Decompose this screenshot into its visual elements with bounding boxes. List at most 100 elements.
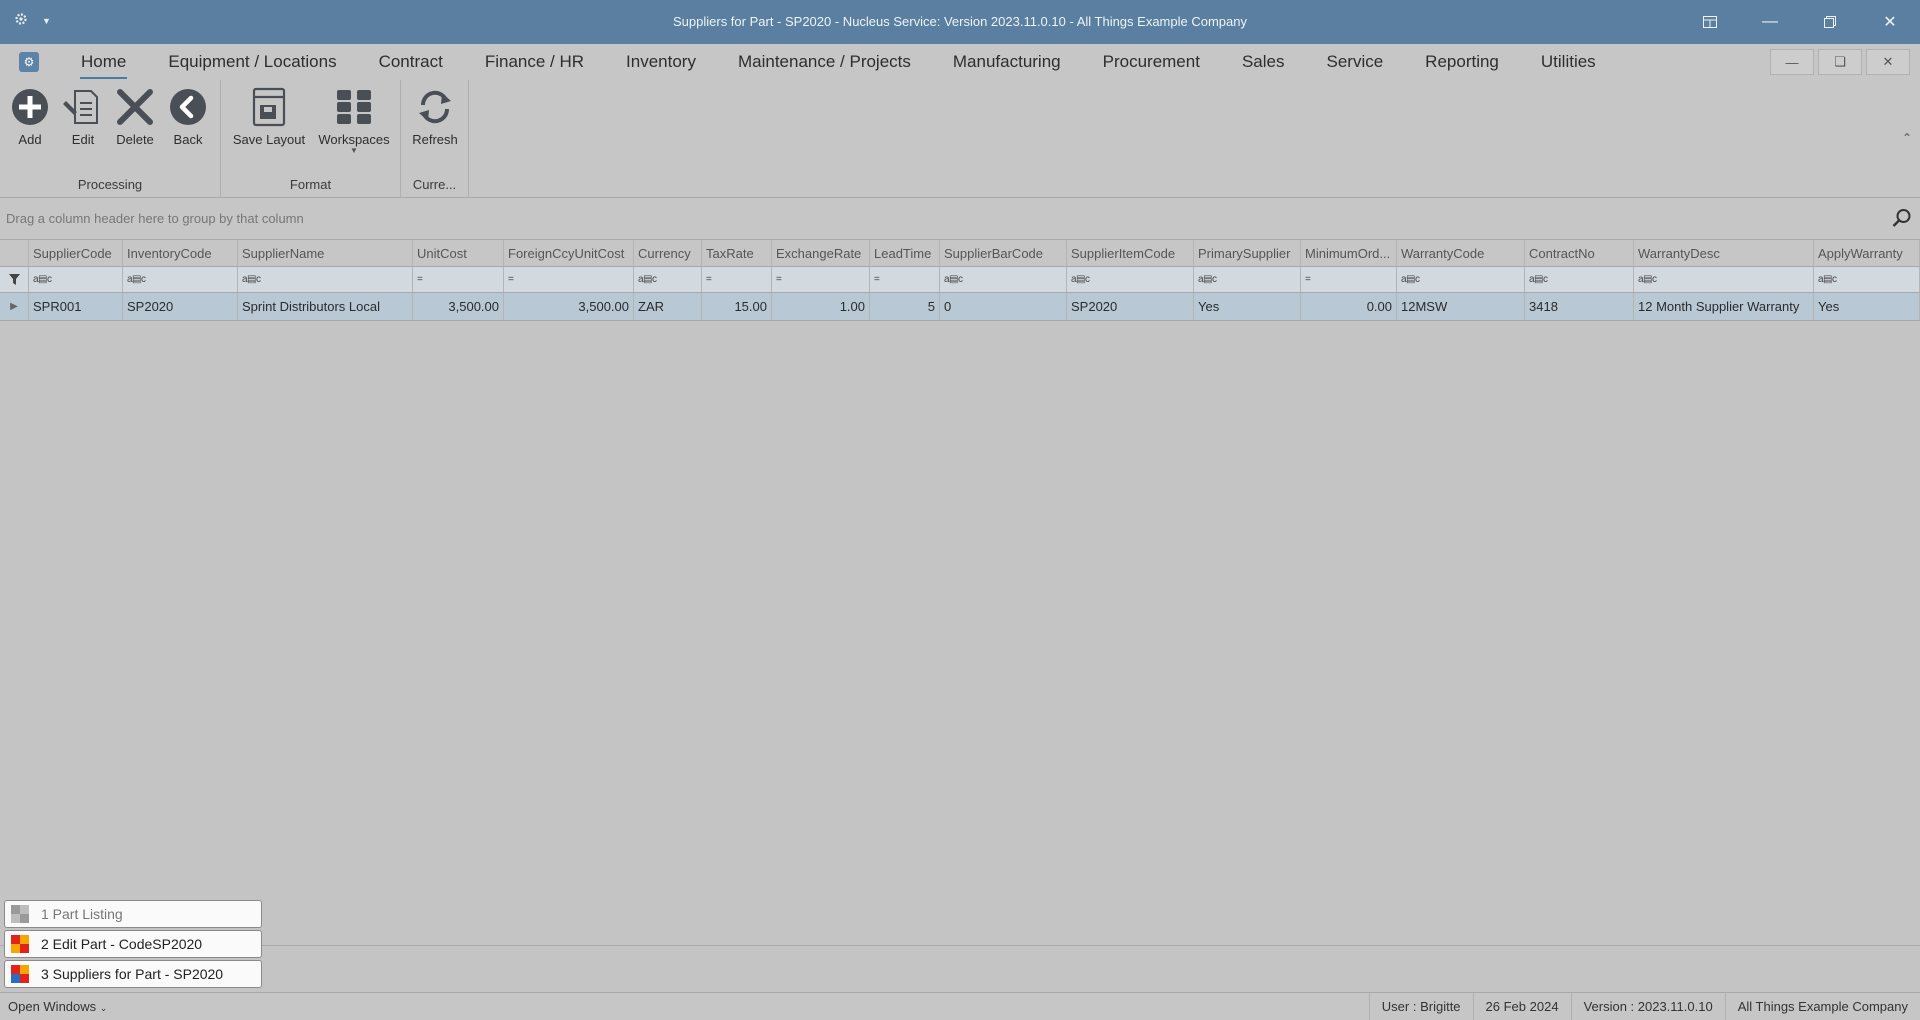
column-header[interactable]: WarrantyCode	[1397, 240, 1525, 266]
cell-foreign-ccy-unit-cost[interactable]: 3,500.00	[504, 293, 634, 320]
tab-maintenance-projects[interactable]: Maintenance / Projects	[717, 44, 932, 80]
delete-button[interactable]: Delete	[112, 86, 158, 147]
ribbon-collapse-icon[interactable]: ⌃	[1902, 131, 1912, 145]
column-header[interactable]: ForeignCcyUnitCost	[504, 240, 634, 266]
column-header[interactable]: Currency	[634, 240, 702, 266]
open-window-item[interactable]: 1 Part Listing	[4, 900, 262, 928]
row-expand-icon[interactable]: ▶	[0, 293, 29, 320]
tab-procurement[interactable]: Procurement	[1082, 44, 1221, 80]
filter-cell[interactable]: a▤c	[1194, 267, 1301, 292]
open-windows-dropdown[interactable]: Open Windows ⌄	[8, 999, 107, 1014]
tab-finance-hr[interactable]: Finance / HR	[464, 44, 605, 80]
filter-cell[interactable]: a▤c	[123, 267, 238, 292]
cell-primary-supplier[interactable]: Yes	[1194, 293, 1301, 320]
column-header[interactable]: SupplierItemCode	[1067, 240, 1194, 266]
column-header[interactable]: InventoryCode	[123, 240, 238, 266]
close-icon[interactable]: ✕	[1860, 0, 1920, 44]
search-icon[interactable]	[1892, 208, 1912, 231]
minimize-icon[interactable]: —	[1740, 0, 1800, 44]
tab-sales[interactable]: Sales	[1221, 44, 1306, 80]
column-header[interactable]: UnitCost	[413, 240, 504, 266]
filter-cell[interactable]: a▤c	[634, 267, 702, 292]
column-header[interactable]: SupplierBarCode	[940, 240, 1067, 266]
layout-icon[interactable]	[1680, 0, 1740, 44]
edit-button[interactable]: Edit	[62, 86, 104, 147]
column-header[interactable]: WarrantyDesc	[1634, 240, 1814, 266]
tab-home[interactable]: Home	[60, 44, 147, 80]
group-by-panel[interactable]: Drag a column header here to group by th…	[0, 198, 1920, 240]
column-header[interactable]: PrimarySupplier	[1194, 240, 1301, 266]
open-window-item[interactable]: 2 Edit Part - CodeSP2020	[4, 930, 262, 958]
cell-currency[interactable]: ZAR	[634, 293, 702, 320]
tab-utilities[interactable]: Utilities	[1520, 44, 1617, 80]
column-header[interactable]: LeadTime	[870, 240, 940, 266]
column-header[interactable]: ContractNo	[1525, 240, 1634, 266]
ribbon: Add Edit Delete Back Processing Save Lay…	[0, 80, 1920, 198]
open-window-item[interactable]: 3 Suppliers for Part - SP2020	[4, 960, 262, 988]
grid-header-row: SupplierCode InventoryCode SupplierName …	[0, 240, 1920, 267]
cell-minimum-order[interactable]: 0.00	[1301, 293, 1397, 320]
filter-cell[interactable]: =	[1301, 267, 1397, 292]
filter-cell[interactable]: a▤c	[1397, 267, 1525, 292]
restore-icon[interactable]	[1800, 0, 1860, 44]
column-header[interactable]: SupplierName	[238, 240, 413, 266]
status-user: User : Brigitte	[1368, 993, 1473, 1020]
tab-service[interactable]: Service	[1305, 44, 1404, 80]
filter-cell[interactable]: =	[504, 267, 634, 292]
cell-supplier-item-code[interactable]: SP2020	[1067, 293, 1194, 320]
cell-unit-cost[interactable]: 3,500.00	[413, 293, 504, 320]
filter-cell[interactable]: a▤c	[1067, 267, 1194, 292]
add-button[interactable]: Add	[10, 86, 50, 147]
tab-manufacturing[interactable]: Manufacturing	[932, 44, 1082, 80]
filter-funnel-icon[interactable]	[0, 267, 29, 292]
text-filter-icon: a▤c	[638, 274, 657, 285]
tab-contract[interactable]: Contract	[358, 44, 464, 80]
column-header[interactable]: ExchangeRate	[772, 240, 870, 266]
status-date: 26 Feb 2024	[1472, 993, 1571, 1020]
tab-inventory[interactable]: Inventory	[605, 44, 717, 80]
app-menu-icon[interactable]: ⚙	[19, 52, 39, 72]
cell-exchange-rate[interactable]: 1.00	[772, 293, 870, 320]
refresh-button[interactable]: Refresh	[405, 86, 465, 147]
column-header[interactable]: MinimumOrd...	[1301, 240, 1397, 266]
filter-cell[interactable]: =	[870, 267, 940, 292]
grid-filter-row: a▤c a▤c a▤c = = a▤c = = = a▤c a▤c a▤c = …	[0, 267, 1920, 293]
add-icon	[10, 86, 50, 128]
column-header[interactable]: TaxRate	[702, 240, 772, 266]
cell-supplier-code[interactable]: SPR001	[29, 293, 123, 320]
equals-filter-icon: =	[776, 274, 782, 285]
save-layout-button[interactable]: Save Layout	[229, 86, 309, 147]
cell-inventory-code[interactable]: SP2020	[123, 293, 238, 320]
filter-cell[interactable]: a▤c	[940, 267, 1067, 292]
group-by-hint: Drag a column header here to group by th…	[6, 211, 304, 226]
child-minimize-icon[interactable]: —	[1770, 49, 1814, 75]
tab-equipment-locations[interactable]: Equipment / Locations	[147, 44, 357, 80]
filter-cell[interactable]: a▤c	[1525, 267, 1634, 292]
cell-tax-rate[interactable]: 15.00	[702, 293, 772, 320]
back-button[interactable]: Back	[168, 86, 208, 147]
filter-cell[interactable]: =	[702, 267, 772, 292]
filter-cell[interactable]: a▤c	[1814, 267, 1920, 292]
cell-supplier-name[interactable]: Sprint Distributors Local	[238, 293, 413, 320]
filter-cell[interactable]: =	[772, 267, 870, 292]
workspaces-button[interactable]: Workspaces ▼	[315, 86, 393, 155]
cell-apply-warranty[interactable]: Yes	[1814, 293, 1920, 320]
tab-reporting[interactable]: Reporting	[1404, 44, 1520, 80]
child-restore-icon[interactable]: ❏	[1818, 49, 1862, 75]
child-close-icon[interactable]: ✕	[1866, 49, 1910, 75]
text-filter-icon: a▤c	[1401, 274, 1420, 285]
filter-cell[interactable]: a▤c	[29, 267, 123, 292]
table-row[interactable]: ▶ SPR001 SP2020 Sprint Distributors Loca…	[0, 293, 1920, 321]
cell-warranty-desc[interactable]: 12 Month Supplier Warranty	[1634, 293, 1814, 320]
column-header[interactable]: ApplyWarranty	[1814, 240, 1920, 266]
cell-contract-no[interactable]: 3418	[1525, 293, 1634, 320]
window-icon	[11, 965, 29, 983]
filter-cell[interactable]: a▤c	[238, 267, 413, 292]
filter-cell[interactable]: a▤c	[1634, 267, 1814, 292]
back-arrow-icon	[168, 86, 208, 128]
filter-cell[interactable]: =	[413, 267, 504, 292]
column-header[interactable]: SupplierCode	[29, 240, 123, 266]
cell-lead-time[interactable]: 5	[870, 293, 940, 320]
cell-supplier-bar-code[interactable]: 0	[940, 293, 1067, 320]
cell-warranty-code[interactable]: 12MSW	[1397, 293, 1525, 320]
